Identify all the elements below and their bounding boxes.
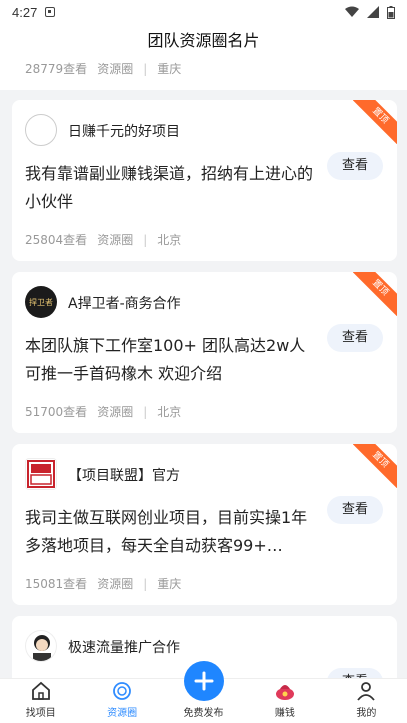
circle-icon <box>111 680 133 702</box>
pinned-badge: 置顶 <box>353 444 397 488</box>
category-label: 资源圈 <box>97 233 134 247</box>
card-description: 我司主做互联网创业项目，目前实操1年多落地项目，每天全自动获客99+… <box>25 508 308 555</box>
category-label: 资源圈 <box>97 62 134 76</box>
sim-icon <box>45 7 56 17</box>
meta-divider: | <box>143 232 148 247</box>
wifi-icon <box>345 6 359 17</box>
view-button[interactable]: 查看 <box>327 668 383 678</box>
money-bag-icon <box>274 680 296 702</box>
resource-card[interactable]: 置顶 【项目联盟】官方 我司主做互联网创业项目，目前实操1年多落地项目，每天全自… <box>12 444 397 605</box>
meta-divider: | <box>143 404 148 419</box>
view-count: 51700查看 <box>25 405 88 419</box>
pinned-badge: 置顶 <box>353 100 397 144</box>
card-meta: 15081查看 资源圈 | 重庆 <box>25 575 181 592</box>
category-label: 资源圈 <box>97 405 134 419</box>
view-button[interactable]: 查看 <box>327 324 383 352</box>
view-count: 25804查看 <box>25 233 88 247</box>
nav-label: 免费发布 <box>183 708 224 719</box>
nav-free-publish[interactable]: 免费发布 <box>163 661 244 723</box>
cartoon-avatar-icon <box>33 635 51 661</box>
city-label: 北京 <box>157 233 182 247</box>
status-bar: 4:27 <box>0 0 407 24</box>
pinned-badge: 置顶 <box>353 272 397 316</box>
nav-label: 赚钱 <box>274 708 295 719</box>
city-label: 重庆 <box>157 62 182 76</box>
partial-card[interactable]: 28779查看 资源圈 | 重庆 <box>0 58 407 90</box>
card-name: 【项目联盟】官方 <box>68 468 180 484</box>
resource-card[interactable]: 置顶 捍卫者 A捍卫者-商务合作 本团队旗下工作室100+ 团队高达2w人 可推… <box>12 272 397 433</box>
card-meta: 25804查看 资源圈 | 北京 <box>25 231 181 248</box>
city-label: 北京 <box>157 405 182 419</box>
bottom-nav: 找项目 资源圈 免费发布 赚钱 我的 <box>0 661 407 723</box>
card-name: 极速流量推广合作 <box>68 640 180 656</box>
seal-logo-icon <box>27 460 55 488</box>
nav-earn-money[interactable]: 赚钱 <box>244 679 325 723</box>
home-icon <box>30 680 52 702</box>
meta-divider: | <box>143 576 148 591</box>
avatar[interactable] <box>25 114 57 146</box>
card-description: 我有靠谱副业赚钱渠道，招纳有上进心的小伙伴 <box>25 164 314 211</box>
view-button[interactable]: 查看 <box>327 496 383 524</box>
status-time: 4:27 <box>12 4 38 20</box>
view-count: 15081查看 <box>25 577 88 591</box>
battery-icon <box>387 5 395 19</box>
resource-feed[interactable]: 28779查看 资源圈 | 重庆 置顶 日赚千元的好项目 我有靠谱副业赚钱渠道，… <box>0 58 407 678</box>
nav-find-projects[interactable]: 找项目 <box>0 679 81 723</box>
nav-label: 找项目 <box>25 708 56 719</box>
plus-icon[interactable] <box>183 661 224 701</box>
card-meta: 51700查看 资源圈 | 北京 <box>25 403 181 420</box>
avatar[interactable] <box>25 458 57 490</box>
card-description: 本团队旗下工作室100+ 团队高达2w人 可推一手首码橡木 欢迎介绍 <box>25 336 306 383</box>
card-meta: 28779查看 资源圈 | 重庆 <box>25 60 181 77</box>
view-button[interactable]: 查看 <box>327 152 383 180</box>
city-label: 重庆 <box>157 577 182 591</box>
user-icon <box>355 680 377 702</box>
nav-label: 我的 <box>356 708 377 719</box>
card-name: 日赚千元的好项目 <box>68 124 180 140</box>
view-count: 28779查看 <box>25 62 88 76</box>
category-label: 资源圈 <box>97 577 134 591</box>
nav-label: 资源圈 <box>107 708 138 719</box>
avatar[interactable] <box>25 630 57 662</box>
nav-mine[interactable]: 我的 <box>326 679 407 723</box>
signal-icon <box>367 6 379 18</box>
resource-card[interactable]: 置顶 日赚千元的好项目 我有靠谱副业赚钱渠道，招纳有上进心的小伙伴 查看 258… <box>12 100 397 261</box>
nav-resource-circle[interactable]: 资源圈 <box>81 679 162 723</box>
page-title: 团队资源圈名片 <box>0 24 407 58</box>
card-name: A捍卫者-商务合作 <box>68 296 181 312</box>
avatar[interactable]: 捍卫者 <box>25 286 57 318</box>
meta-divider: | <box>143 61 148 76</box>
